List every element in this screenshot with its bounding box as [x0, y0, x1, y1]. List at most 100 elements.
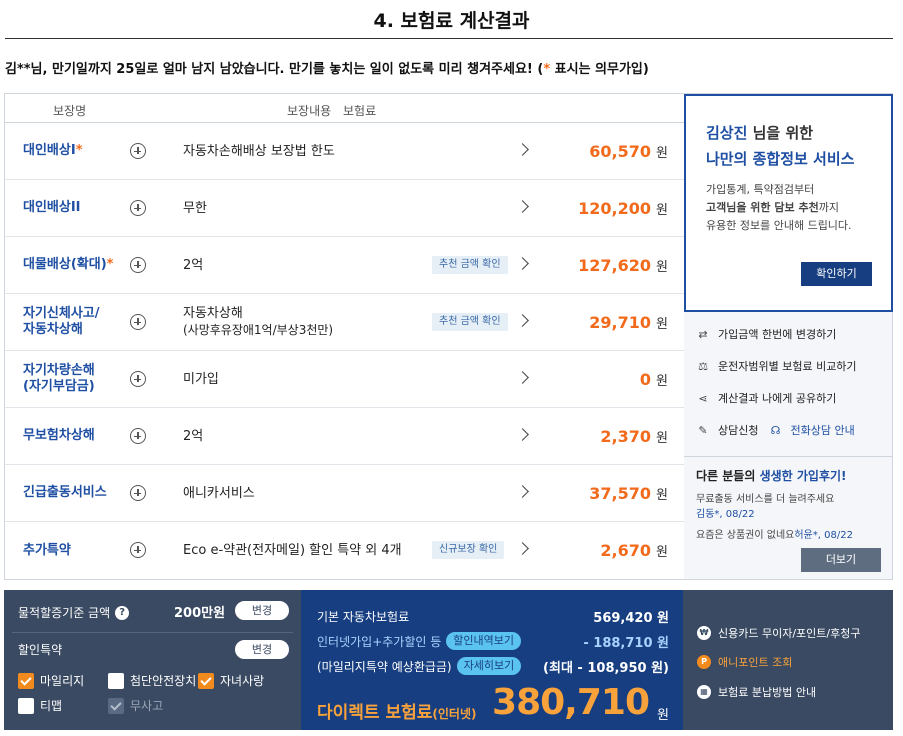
calendar-icon: ▦: [697, 685, 711, 699]
table-row[interactable]: 대물배상(확대) * 2억 추천 금액 확인 127,620 원: [5, 237, 684, 294]
property-value: 200만원: [174, 606, 226, 621]
chevron-right-icon[interactable]: [516, 314, 529, 327]
coverage-name: 자기차량손해 (자기부담금): [23, 363, 95, 394]
col-content: 보장내용: [287, 104, 332, 118]
title-divider: [5, 38, 893, 39]
coverage-desc: 자동차상해 (사망후유장애1억/부상3천만): [183, 306, 334, 337]
chevron-right-icon[interactable]: [516, 200, 529, 213]
shuffle-icon: ⇄: [698, 328, 708, 341]
premium-amount: 2,370 원: [600, 426, 668, 446]
expand-plus-icon[interactable]: [130, 257, 146, 273]
table-header: 보장명 보장내용 보험료: [5, 94, 684, 123]
point-icon: P: [697, 655, 711, 669]
expand-plus-icon[interactable]: [130, 428, 146, 444]
installment-guide-link[interactable]: ▦ 보험료 분납방법 안내: [697, 684, 816, 700]
review-item: 요즘은 상품권이 없네요허윤*, 08/22: [696, 530, 853, 541]
promo-box: 김상진 님을 위한 나만의 종합정보 서비스 가입통계, 특약점검부터 고객님을…: [684, 94, 893, 312]
table-row[interactable]: 긴급출동서비스 애니카서비스 37,570 원: [5, 465, 684, 522]
discount-amount: - 188,710 원: [583, 636, 669, 651]
page-title: 4. 보험료 계산결과: [373, 10, 530, 32]
card-installment-link[interactable]: ₩ 신용카드 무이자/포인트/후청구: [697, 625, 860, 641]
table-row[interactable]: 무보험차상해 2억 2,370 원: [5, 408, 684, 465]
coverage-name: 대물배상(확대) *: [23, 257, 114, 272]
coverage-desc: 애니카서비스: [183, 485, 255, 501]
checkbox-safety[interactable]: 첨단안전장치: [108, 672, 196, 689]
anypoint-link[interactable]: P 애니포인트 조회: [697, 654, 792, 670]
review-author: 김동*, 08/22: [696, 509, 755, 520]
coverage-name: 대인배상II: [23, 200, 81, 215]
property-change-button[interactable]: 변경: [235, 601, 289, 620]
coverage-desc: 무한: [183, 200, 207, 216]
share-icon: ⋖: [698, 392, 708, 405]
share-result-link[interactable]: ⋖ 계산결과 나에게 공유하기: [696, 390, 836, 406]
checkbox-tmap[interactable]: 티맵: [18, 697, 62, 714]
coverage-desc: 자동차손해배상 보장법 한도: [183, 143, 335, 159]
discount-detail-button[interactable]: 할인내역보기: [446, 632, 522, 650]
chevron-right-icon[interactable]: [516, 371, 529, 384]
checkbox-noaccident: 무사고: [108, 697, 163, 714]
side-panel: 김상진 님을 위한 나만의 종합정보 서비스 가입통계, 특약점검부터 고객님을…: [684, 93, 893, 580]
coverage-name: 대인배상I *: [23, 143, 83, 158]
scale-icon: ⚖: [698, 360, 708, 373]
chevron-right-icon[interactable]: [516, 257, 529, 270]
col-name: 보장명: [53, 104, 87, 118]
premium-amount: 29,710 원: [589, 312, 668, 332]
coverage-name: 자기신체사고/자동차상해: [23, 306, 100, 337]
chevron-right-icon[interactable]: [516, 485, 529, 498]
coverage-desc: Eco e-약관(전자메일) 할인 특약 외 4개: [183, 543, 402, 558]
expand-plus-icon[interactable]: [130, 371, 146, 387]
checkbox-child[interactable]: 자녀사랑: [198, 672, 264, 689]
expiry-notice: 김**님, 만기일까지 25일로 얼마 남지 남았습니다. 만기를 놓치는 일이…: [5, 62, 649, 77]
recommend-badge[interactable]: 추천 금액 확인: [432, 256, 508, 274]
total-premium: 380,710: [492, 682, 650, 723]
premium-amount: 2,670 원: [600, 541, 668, 560]
won-icon: ₩: [697, 626, 711, 640]
discount-change-button[interactable]: 변경: [235, 640, 289, 659]
table-row[interactable]: 자기신체사고/자동차상해 자동차상해 (사망후유장애1억/부상3천만) 추천 금액 확…: [5, 294, 684, 351]
chevron-right-icon[interactable]: [516, 143, 529, 156]
coverage-name: 긴급출동서비스: [23, 485, 107, 500]
mileage-detail-button[interactable]: 자세히보기: [456, 657, 522, 675]
total-label: 다이렉트 보험료(인터넷): [317, 703, 477, 723]
coverage-desc: 2억: [183, 257, 204, 273]
recommend-badge[interactable]: 추천 금액 확인: [432, 313, 508, 331]
premium-summary: 기본 자동차보험료 569,420 원 인터넷가입+추가할인 등 할인내역보기 -…: [301, 590, 683, 730]
help-icon[interactable]: ?: [115, 605, 130, 620]
coverage-desc: 2억: [183, 428, 204, 444]
change-amount-link[interactable]: ⇄ 가입금액 한번에 변경하기: [696, 326, 836, 342]
headset-icon: ☊: [770, 424, 781, 437]
compare-driver-link[interactable]: ⚖ 운전자범위별 보험료 비교하기: [696, 358, 857, 374]
recommend-badge[interactable]: 신규보장 확인: [432, 541, 505, 559]
mileage-refund: (최대 - 108,950 원): [543, 661, 669, 676]
table-row[interactable]: 대인배상II 무한 120,200 원: [5, 180, 684, 237]
summary-bar: 물적할증기준 금액? 200만원 변경 할인특약 변경 마일리지 첨단안전장치 …: [4, 590, 893, 730]
expand-plus-icon[interactable]: [130, 542, 146, 558]
col-premium: 보험료: [343, 104, 377, 118]
premium-amount: 127,620 원: [578, 255, 668, 275]
coverage-table: 보장명 보장내용 보험료 대인배상I * 자동차손해배상 보장법 한도 60,570 원…: [4, 93, 684, 580]
premium-amount: 37,570 원: [589, 483, 668, 503]
premium-amount: 0원: [639, 369, 668, 389]
expand-plus-icon[interactable]: [130, 314, 146, 330]
expand-plus-icon[interactable]: [130, 143, 146, 159]
checkbox-mileage[interactable]: 마일리지: [18, 672, 84, 689]
phone-consult-link[interactable]: ☊ 전화상담 안내: [768, 422, 855, 438]
table-row[interactable]: 대인배상I * 자동차손해배상 보장법 한도 60,570 원: [5, 123, 684, 180]
promo-confirm-button[interactable]: 확인하기: [801, 262, 872, 286]
chevron-right-icon[interactable]: [516, 542, 529, 555]
review-title: 다른 분들의 생생한 가입후기!: [696, 469, 847, 483]
base-premium: 569,420 원: [593, 611, 669, 626]
coverage-name: 추가특약: [23, 542, 71, 558]
more-reviews-button[interactable]: 더보기: [801, 548, 881, 572]
expand-plus-icon[interactable]: [130, 200, 146, 216]
consult-link[interactable]: 상담신청: [718, 422, 758, 438]
review-item: 무료출동 서비스를 더 늘려주세요: [696, 494, 835, 505]
edit-icon: ✎: [698, 424, 708, 437]
chevron-right-icon[interactable]: [516, 428, 529, 441]
coverage-name: 무보험차상해: [23, 428, 95, 443]
table-row[interactable]: 자기차량손해 (자기부담금) 미가입 0 원: [5, 351, 684, 408]
expand-plus-icon[interactable]: [130, 485, 146, 501]
premium-amount: 120,200 원: [578, 198, 668, 218]
coverage-desc: 미가입: [183, 371, 219, 387]
table-row[interactable]: 추가특약 Eco e-약관(전자메일) 할인 특약 외 4개 신규보장 확인 2,67…: [5, 522, 684, 579]
